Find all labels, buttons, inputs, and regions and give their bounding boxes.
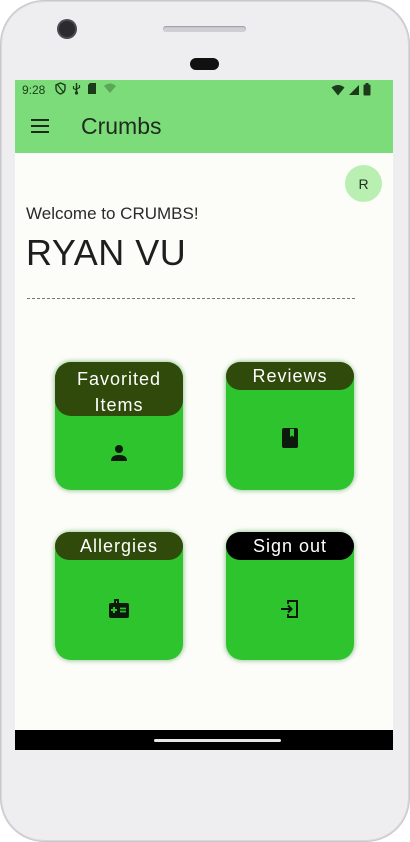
reviews-label: Reviews — [226, 362, 354, 390]
status-time: 9:28 — [22, 83, 46, 97]
usb-icon — [72, 83, 81, 95]
favorited-items-label: Favorited Items — [55, 362, 183, 416]
user-name: RYAN VU — [26, 232, 187, 273]
phone-frame: 9:28 Crumbs R Welcome to CRUMBS! RYAN VU — [0, 0, 410, 842]
welcome-text: Welcome to CRUMBS! — [26, 204, 199, 223]
dashed-divider — [27, 298, 355, 299]
navigation-bar — [15, 730, 393, 750]
sign-out-button[interactable]: Sign out — [226, 532, 354, 660]
menu-icon[interactable] — [31, 119, 49, 133]
signal-icon — [349, 85, 359, 95]
shield-icon — [55, 82, 66, 95]
battery-icon — [363, 83, 371, 96]
book-icon — [282, 428, 298, 448]
reviews-button[interactable]: Reviews — [226, 362, 354, 490]
person-icon — [111, 445, 127, 461]
allergies-button[interactable]: Allergies — [55, 532, 183, 660]
status-left-icons — [55, 82, 117, 95]
medical-kit-icon — [109, 599, 129, 618]
wifi-icon — [331, 85, 345, 96]
proximity-sensor — [190, 58, 219, 70]
status-right-icons — [331, 83, 371, 96]
sign-out-label: Sign out — [226, 532, 354, 560]
avatar-initial: R — [358, 175, 369, 192]
app-bar: Crumbs — [15, 101, 393, 153]
sd-card-icon — [88, 83, 96, 94]
front-camera — [59, 21, 75, 37]
app-title: Crumbs — [81, 113, 162, 139]
home-gesture-handle[interactable] — [154, 739, 281, 742]
wifi-outline-icon — [104, 83, 116, 93]
allergies-label: Allergies — [55, 532, 183, 560]
avatar[interactable]: R — [345, 165, 382, 202]
status-bar: 9:28 — [15, 80, 393, 101]
earpiece-speaker — [163, 26, 246, 32]
app-screen: 9:28 Crumbs R Welcome to CRUMBS! RYAN VU — [15, 80, 393, 750]
favorited-items-button[interactable]: Favorited Items — [55, 362, 183, 490]
logout-icon — [281, 600, 298, 618]
